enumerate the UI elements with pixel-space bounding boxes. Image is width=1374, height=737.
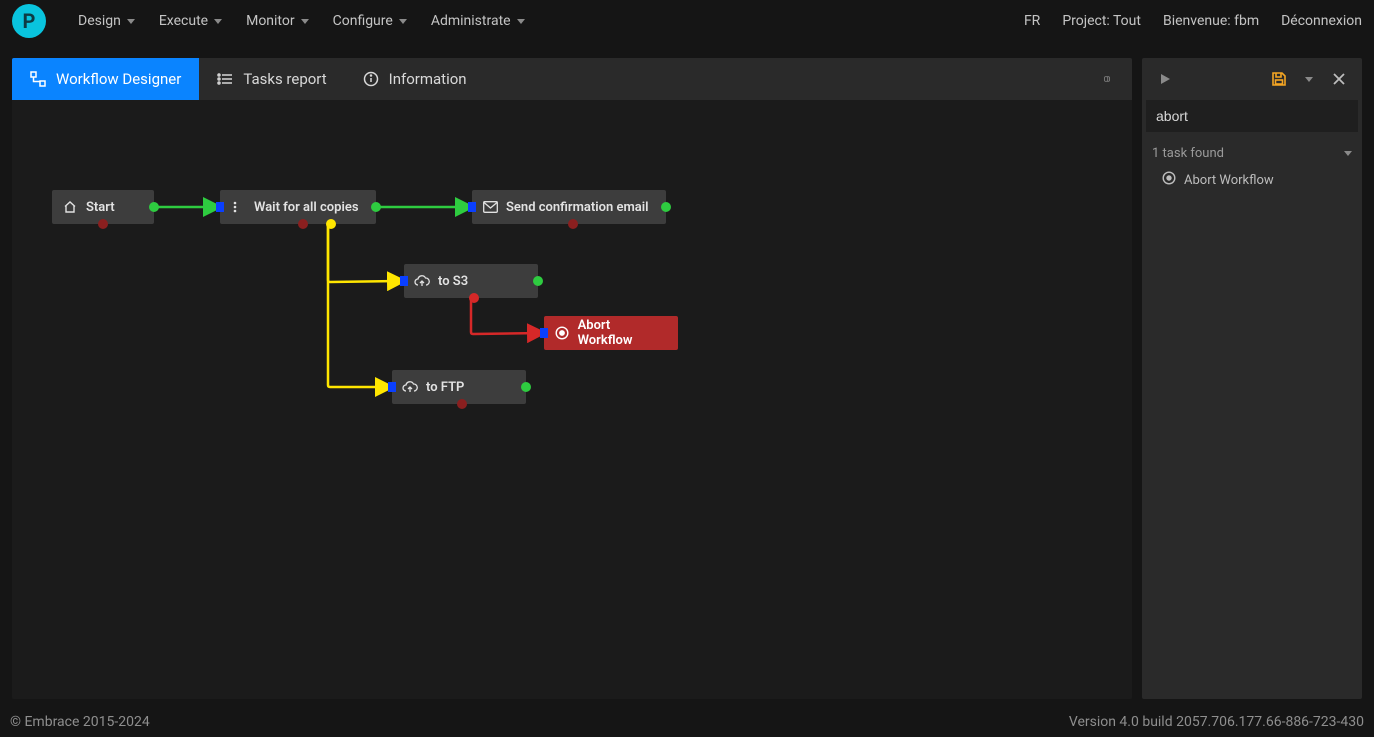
port-in[interactable] <box>468 202 476 212</box>
tab-workflow-designer[interactable]: Workflow Designer <box>12 58 199 100</box>
port-in[interactable] <box>400 276 408 286</box>
port-out-error[interactable] <box>98 219 108 229</box>
tab-information[interactable]: Information <box>345 58 485 100</box>
top-nav-right: FR Project: Tout Bienvenue: fbm Déconnex… <box>1024 13 1362 29</box>
node-abort-label: Abort Workflow <box>578 318 666 348</box>
close-panel-button[interactable] <box>1328 68 1350 90</box>
app-logo[interactable]: P <box>12 4 46 38</box>
info-icon <box>363 71 379 87</box>
chevron-down-icon <box>399 19 407 24</box>
chevron-down-icon <box>127 19 135 24</box>
port-out-branch[interactable] <box>326 219 336 229</box>
found-item-abort-workflow[interactable]: Abort Workflow <box>1142 165 1362 195</box>
workflow-icon <box>30 71 46 87</box>
port-out-success[interactable] <box>533 276 543 286</box>
task-search-input[interactable] <box>1146 100 1358 132</box>
tab-tasks-report-label: Tasks report <box>243 70 326 88</box>
port-out-success[interactable] <box>149 202 159 212</box>
node-to-ftp-label: to FTP <box>426 380 464 395</box>
chevron-down-icon <box>214 19 222 24</box>
workflow-canvas[interactable]: Start Wait for all copies <box>12 100 1132 699</box>
chevron-down-icon <box>517 19 525 24</box>
node-email-label: Send confirmation email <box>506 200 648 215</box>
home-icon <box>62 199 78 215</box>
port-out-error[interactable] <box>469 293 479 303</box>
main-menu: Design Execute Monitor Configure Adminis… <box>68 7 535 35</box>
top-nav: P Design Execute Monitor Configure Admin… <box>0 0 1374 42</box>
cloud-upload-icon <box>402 379 418 395</box>
menu-configure-label: Configure <box>333 13 393 29</box>
port-out-success[interactable] <box>521 382 531 392</box>
tab-tasks-report[interactable]: Tasks report <box>199 58 344 100</box>
lang-switch[interactable]: FR <box>1024 13 1040 29</box>
port-out-success[interactable] <box>661 202 671 212</box>
menu-execute[interactable]: Execute <box>149 7 232 35</box>
menu-execute-label: Execute <box>159 13 208 29</box>
menu-administrate[interactable]: Administrate <box>421 7 535 35</box>
port-in[interactable] <box>216 202 224 212</box>
port-in[interactable] <box>540 328 548 338</box>
main-area: Workflow Designer Tasks report Informati… <box>12 58 1362 699</box>
found-item-label: Abort Workflow <box>1184 173 1274 188</box>
tabs-bar: Workflow Designer Tasks report Informati… <box>12 58 1132 100</box>
drag-handle-icon <box>230 199 246 215</box>
chevron-down-icon <box>1305 77 1313 82</box>
port-in[interactable] <box>388 382 396 392</box>
node-wait-label: Wait for all copies <box>254 200 359 215</box>
tab-information-label: Information <box>389 70 467 88</box>
port-out-success[interactable] <box>371 202 381 212</box>
version-label: Version 4.0 build 2057.706.177.66-886-72… <box>1069 714 1364 730</box>
node-start[interactable]: Start <box>52 190 154 224</box>
mail-icon <box>482 199 498 215</box>
save-dropdown[interactable] <box>1298 68 1320 90</box>
run-button[interactable] <box>1154 68 1176 90</box>
node-start-label: Start <box>86 200 115 215</box>
menu-monitor[interactable]: Monitor <box>236 7 319 35</box>
chevron-down-icon <box>1344 151 1352 156</box>
menu-design[interactable]: Design <box>68 7 145 35</box>
menu-design-label: Design <box>78 13 121 29</box>
panel-toggle-icon[interactable] <box>1096 68 1118 90</box>
search-row <box>1142 100 1362 138</box>
stop-icon <box>554 325 570 341</box>
node-send-confirmation-email[interactable]: Send confirmation email <box>472 190 666 224</box>
tabs-right <box>1096 58 1132 100</box>
welcome-label: Bienvenue: fbm <box>1163 13 1259 29</box>
node-to-ftp[interactable]: to FTP <box>392 370 526 404</box>
logo-letter: P <box>23 9 36 33</box>
menu-monitor-label: Monitor <box>246 13 295 29</box>
chevron-down-icon <box>301 19 309 24</box>
workspace: Workflow Designer Tasks report Informati… <box>12 58 1132 699</box>
footer: © Embrace 2015-2024 Version 4.0 build 20… <box>0 707 1374 737</box>
save-button[interactable] <box>1268 68 1290 90</box>
menu-administrate-label: Administrate <box>431 13 511 29</box>
node-to-s3-label: to S3 <box>438 274 468 289</box>
node-abort-workflow[interactable]: Abort Workflow <box>544 316 678 350</box>
stop-icon <box>1162 171 1176 189</box>
found-header[interactable]: 1 task found <box>1142 138 1362 165</box>
list-icon <box>217 71 233 87</box>
side-panel-toolbar <box>1142 58 1362 100</box>
copyright-label: © Embrace 2015-2024 <box>10 714 150 730</box>
port-out-error[interactable] <box>457 399 467 409</box>
menu-configure[interactable]: Configure <box>323 7 417 35</box>
port-out-error[interactable] <box>298 219 308 229</box>
logout-link[interactable]: Déconnexion <box>1281 13 1362 29</box>
project-label[interactable]: Project: Tout <box>1062 13 1141 29</box>
port-out-error[interactable] <box>568 219 578 229</box>
node-wait-for-all-copies[interactable]: Wait for all copies <box>220 190 376 224</box>
tab-workflow-designer-label: Workflow Designer <box>56 70 181 88</box>
found-header-label: 1 task found <box>1152 146 1224 161</box>
node-to-s3[interactable]: to S3 <box>404 264 538 298</box>
cloud-upload-icon <box>414 273 430 289</box>
side-panel: 1 task found Abort Workflow <box>1142 58 1362 699</box>
